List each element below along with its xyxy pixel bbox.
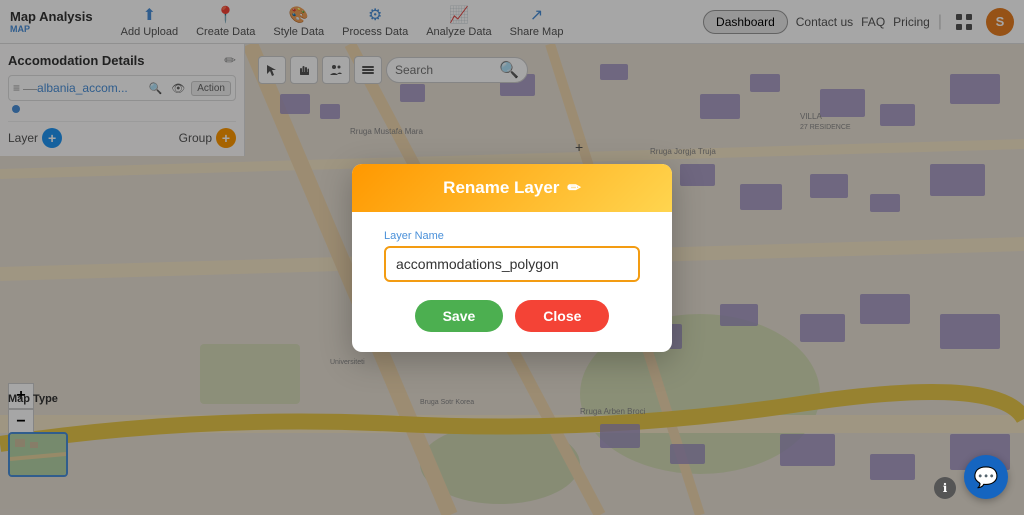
modal-title: Rename Layer ✏	[352, 164, 672, 212]
info-icon[interactable]: ℹ	[934, 477, 956, 499]
chat-bubble[interactable]: 💬	[964, 455, 1008, 499]
layer-name-input[interactable]	[384, 246, 640, 282]
rename-layer-modal: Rename Layer ✏ Layer Name Save Close	[352, 164, 672, 352]
modal-buttons: Save Close	[384, 300, 640, 332]
modal-title-text: Rename Layer	[443, 178, 559, 198]
modal-field-label: Layer Name	[384, 230, 640, 242]
modal-body: Layer Name Save Close	[380, 230, 644, 332]
close-button[interactable]: Close	[515, 300, 609, 332]
modal-pencil-icon: ✏	[567, 178, 580, 198]
modal-overlay: Rename Layer ✏ Layer Name Save Close	[0, 0, 1024, 515]
save-button[interactable]: Save	[415, 300, 504, 332]
